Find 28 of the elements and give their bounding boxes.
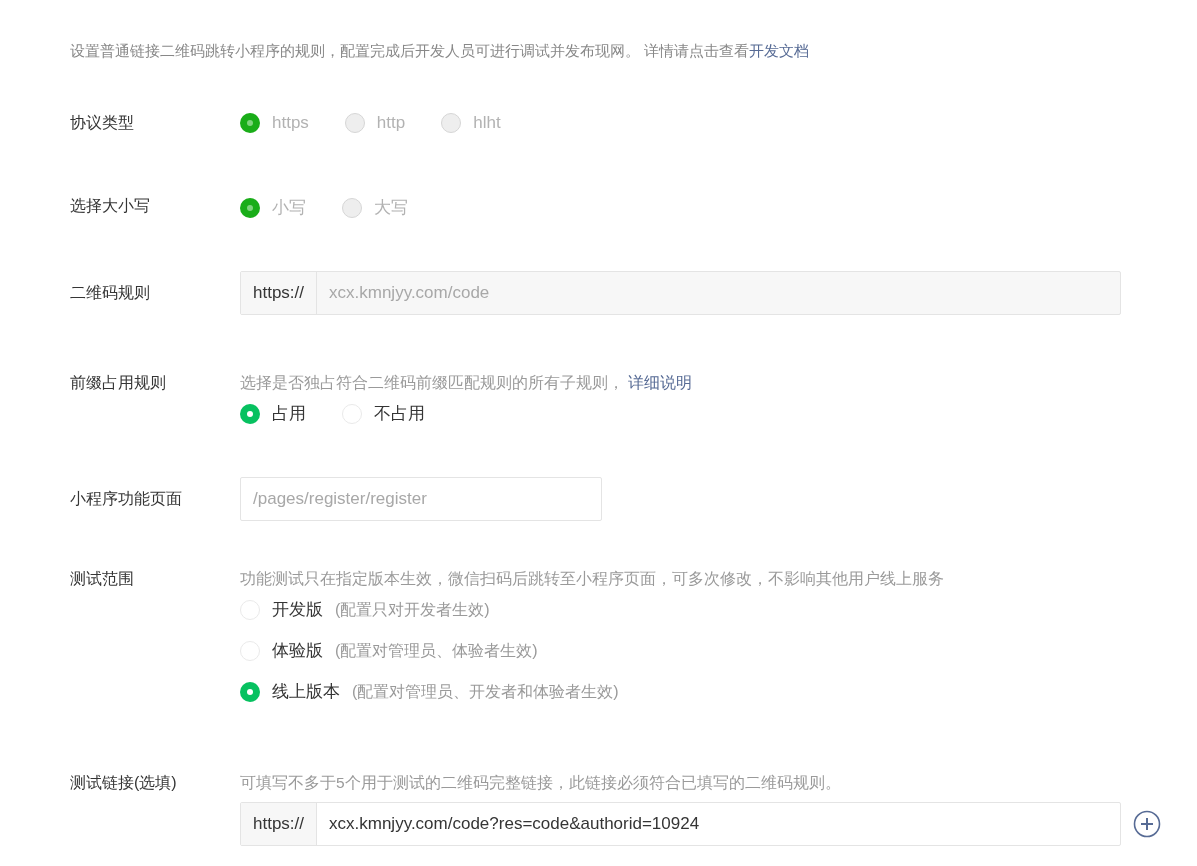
url-field[interactable]: https:// xcx.kmnjyy.com/code?res=code&authorid=10924 <box>240 802 1121 846</box>
url-prefix: https:// <box>241 272 318 314</box>
form-label: 二维码规则 <box>70 283 151 303</box>
url-prefix: https:// <box>241 803 318 845</box>
radio-option[interactable]: 不占用 <box>342 402 425 425</box>
radio-button[interactable] <box>240 681 260 702</box>
form-label: 选择大小写 <box>70 196 151 216</box>
form-label: 测试链接(选填) <box>70 773 178 793</box>
radio-option[interactable]: 体验版 (配置对管理员、体验者生效) <box>240 639 1167 662</box>
hint-text: 可填写不多于5个用于测试的二维码完整链接，此链接必须符合已填写的二维码规则。 <box>240 773 842 793</box>
radio-option[interactable]: 开发版 (配置只对开发者生效) <box>240 598 1167 621</box>
radio-option[interactable]: 占用 <box>240 402 306 425</box>
hint-text: 选择是否独占符合二维码前缀匹配规则的所有子规则， 详细说明 <box>240 373 694 393</box>
form-label: 协议类型 <box>70 113 135 133</box>
form-label: 小程序功能页面 <box>70 489 183 509</box>
add-icon[interactable] <box>1133 810 1161 838</box>
text-input[interactable]: xcx.kmnjyy.com/code <box>317 272 1120 314</box>
text-input[interactable]: xcx.kmnjyy.com/code?res=code&authorid=10924 <box>317 803 1120 845</box>
hint-text: 功能测试只在指定版本生效，微信扫码后跳转至小程序页面，可多次修改，不影响其他用户线上服务 <box>240 569 945 589</box>
text-input[interactable]: /pages/register/register <box>241 478 601 520</box>
url-field[interactable]: https:// xcx.kmnjyy.com/code <box>240 271 1121 315</box>
form-label: 前缀占用规则 <box>70 373 167 393</box>
intro-text: 设置普通链接二维码跳转小程序的规则，配置完成后开发人员可进行调试并发布现网。 详情请点击查看开发文档 <box>70 42 811 61</box>
form-label: 测试范围 <box>70 569 135 589</box>
details-link[interactable]: 详细说明 <box>628 374 693 391</box>
docs-link[interactable]: 开发文档 <box>749 42 810 59</box>
radio-option[interactable]: 线上版本 (配置对管理员、开发者和体验者生效) <box>240 680 1167 703</box>
radio-button[interactable] <box>240 403 260 424</box>
